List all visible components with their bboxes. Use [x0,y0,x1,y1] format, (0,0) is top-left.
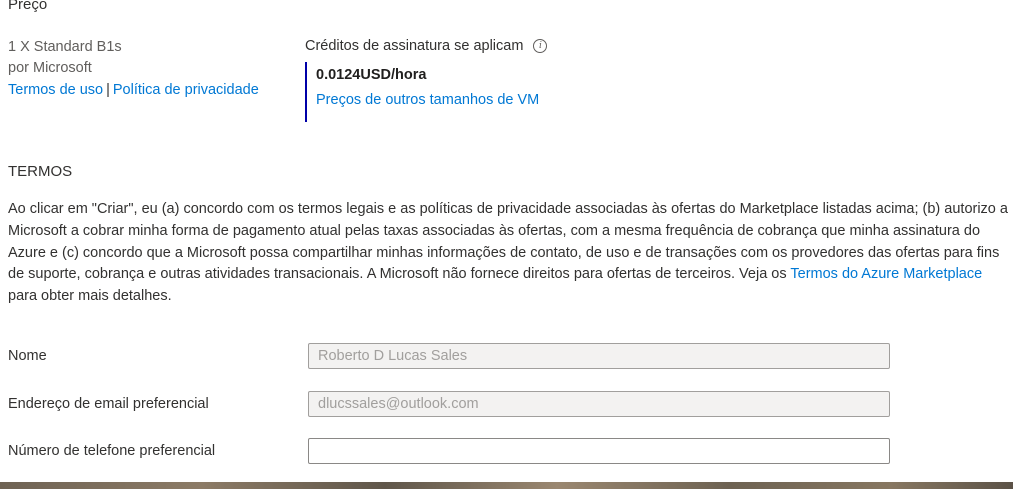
name-label: Nome [8,348,47,364]
phone-label: Número de telefone preferencial [8,443,216,459]
azure-marketplace-terms-link[interactable]: Termos do Azure Marketplace [790,266,982,282]
hourly-price: 0.0124USD/hora [316,67,427,83]
terms-paragraph: Ao clicar em "Criar", eu (a) concordo co… [8,199,1008,308]
name-row: Nome [8,343,892,371]
info-icon[interactable]: i [533,39,548,53]
terms-of-use-link[interactable]: Termos de uso [8,82,103,98]
terms-body-end: para obter mais detalhes. [8,288,172,305]
subscription-credits: Créditos de assinatura se aplicam i [305,33,548,59]
email-input[interactable] [308,391,890,417]
subscription-credits-text: Créditos de assinatura se aplicam [305,38,524,54]
price-heading: Preço [8,0,48,13]
terms-heading: TERMOS [8,163,73,180]
link-separator: | [106,82,110,98]
offer-links: Termos de uso | Política de privacidade [8,76,259,104]
price-summary: Créditos de assinatura se aplicam i 0.01… [305,33,548,122]
background-image-strip [0,482,1013,489]
email-row: Endereço de email preferencial [8,391,892,419]
other-vm-sizes-pricing-link[interactable]: Preços de outros tamanhos de VM [316,92,539,108]
create-vm-review-page: Preço 1 X Standard B1s por Microsoft Ter… [0,0,1013,482]
price-offer-details: 1 X Standard B1s por Microsoft Termos de… [8,33,259,104]
phone-row: Número de telefone preferencial [8,438,892,466]
email-label: Endereço de email preferencial [8,396,209,412]
privacy-policy-link[interactable]: Política de privacidade [113,82,259,98]
name-input[interactable] [308,343,890,369]
phone-input[interactable] [308,438,890,464]
price-box: 0.0124USD/hora Preços de outros tamanhos… [305,62,547,122]
